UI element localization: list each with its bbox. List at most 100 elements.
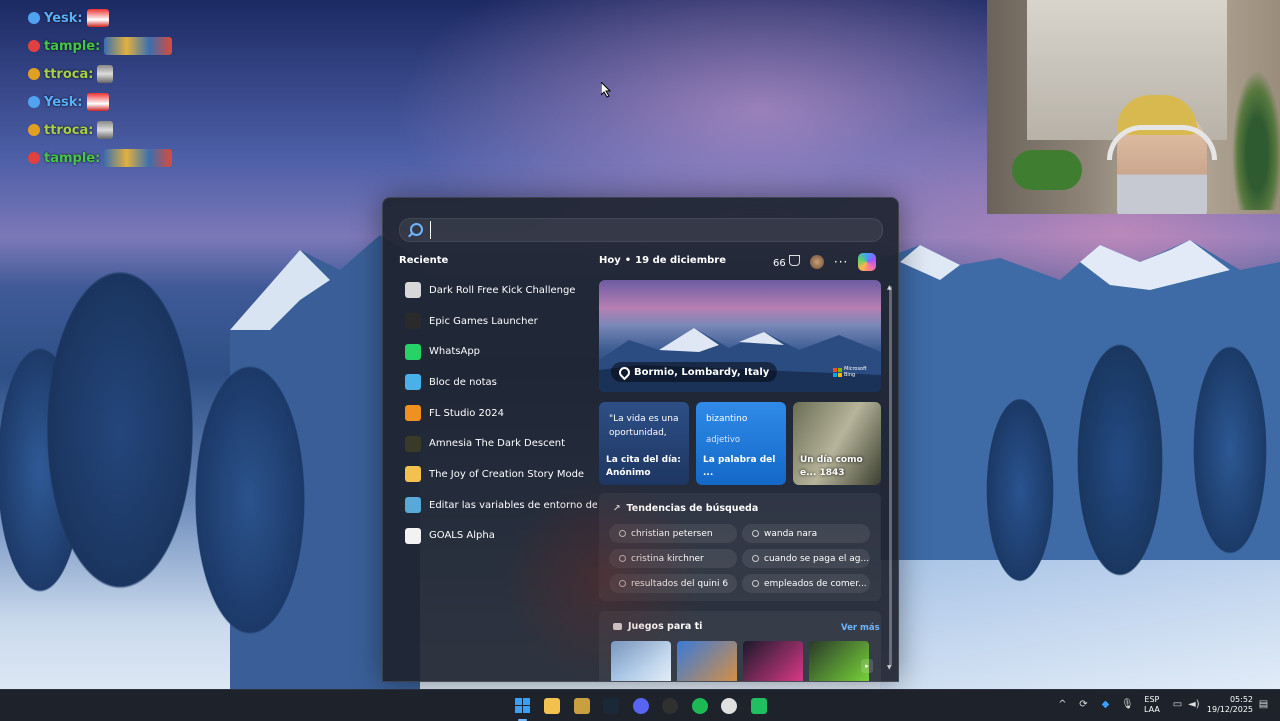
- game-thumbnail[interactable]: [809, 641, 869, 681]
- quote-text: "La vida es una oportunidad,: [609, 414, 679, 438]
- search-icon: [619, 555, 626, 562]
- recent-item[interactable]: Amnesia The Dark Descent: [397, 428, 597, 459]
- sync-icon[interactable]: ⟳: [1078, 699, 1089, 710]
- start-button[interactable]: [513, 696, 532, 721]
- game-thumbnail[interactable]: [743, 641, 803, 681]
- notifications-icon[interactable]: ▤: [1258, 699, 1269, 710]
- windows-logo-icon: [515, 698, 530, 713]
- trend-chip-label: wanda nara: [764, 528, 818, 539]
- app-button[interactable]: [572, 696, 591, 715]
- discord-button[interactable]: [631, 696, 650, 715]
- games-panel: Juegos para ti Ver más ▸: [599, 611, 881, 681]
- profile-avatar-icon[interactable]: [809, 255, 824, 269]
- rewards-points-value: 66: [773, 258, 786, 269]
- rewards-points[interactable]: 66: [773, 255, 800, 269]
- search-icon: [752, 555, 759, 562]
- trend-chip[interactable]: cuando se paga el ag...: [742, 549, 870, 568]
- recent-list: Dark Roll Free Kick Challenge Epic Games …: [397, 275, 597, 551]
- hero-image-card[interactable]: Bormio, Lombardy, Italy Microsoft Bing: [599, 280, 881, 392]
- notepad-icon: [405, 374, 421, 391]
- chat-emote-icon: [104, 37, 173, 55]
- feed-scrollbar[interactable]: [889, 286, 892, 666]
- trend-chip-label: christian petersen: [631, 528, 713, 539]
- wallpaper-trees-right: [900, 300, 1280, 690]
- recent-item-label: Epic Games Launcher: [429, 315, 538, 327]
- recent-item[interactable]: Epic Games Launcher: [397, 306, 597, 337]
- game-thumbnail[interactable]: [611, 641, 671, 681]
- search-input[interactable]: [430, 221, 875, 239]
- language-line1: ESP: [1144, 695, 1160, 704]
- recent-item[interactable]: The Joy of Creation Story Mode: [397, 459, 597, 490]
- trend-chip[interactable]: empleados de comer...: [742, 574, 870, 593]
- recent-item[interactable]: GOALS Alpha: [397, 521, 597, 552]
- trend-chip-label: empleados de comer...: [764, 578, 867, 589]
- recent-item-label: Dark Roll Free Kick Challenge: [429, 284, 576, 296]
- games-title: Juegos para ti: [628, 621, 703, 632]
- scroll-down-arrow-icon[interactable]: ▼: [887, 664, 892, 671]
- recent-item-label: Amnesia The Dark Descent: [429, 438, 566, 450]
- webcam-headset: [1107, 125, 1217, 160]
- microphone-icon[interactable]: 🎙: [1121, 699, 1134, 710]
- spotify-button[interactable]: [690, 696, 709, 715]
- system-properties-icon: [405, 497, 421, 514]
- recent-item-label: GOALS Alpha: [429, 530, 495, 542]
- app-green-button[interactable]: [749, 696, 768, 715]
- trending-arrow-icon: ↗: [613, 503, 621, 514]
- quote-card[interactable]: "La vida es una oportunidad, La cita del…: [599, 402, 689, 485]
- location-badge[interactable]: Bormio, Lombardy, Italy: [611, 362, 778, 382]
- mouse-cursor-icon: [601, 82, 611, 98]
- epic-games-icon: [405, 313, 421, 330]
- volume-icon[interactable]: ◄): [1188, 699, 1200, 710]
- recent-item-label: FL Studio 2024: [429, 407, 504, 419]
- recent-item[interactable]: FL Studio 2024: [397, 398, 597, 429]
- recent-item[interactable]: Bloc de notas: [397, 367, 597, 398]
- trend-chip[interactable]: cristina kirchner: [609, 549, 737, 568]
- file-explorer-button[interactable]: [543, 696, 562, 715]
- defender-shield-icon[interactable]: ◆: [1100, 699, 1111, 710]
- whatsapp-icon: [405, 343, 421, 360]
- chat-username: ttroca:: [44, 66, 94, 82]
- start-search-box[interactable]: [399, 218, 883, 242]
- trend-chip[interactable]: wanda nara: [742, 524, 870, 543]
- chat-message: tample:: [28, 144, 218, 172]
- taskbar: ^ ⟳ ◆ 🎙 ESP LAA ▭ ◄) 05:52 19/12/2025 ▤: [0, 689, 1280, 721]
- trend-chip[interactable]: christian petersen: [609, 524, 737, 543]
- games-next-arrow-icon[interactable]: ▸: [861, 659, 873, 673]
- recent-item[interactable]: Editar las variables de entorno del sist…: [397, 490, 597, 521]
- recent-item[interactable]: Dark Roll Free Kick Challenge: [397, 275, 597, 306]
- language-line2: LAA: [1144, 705, 1160, 714]
- trends-heading: ↗ Tendencias de búsqueda: [613, 503, 758, 514]
- word-card[interactable]: bizantino adjetivo La palabra del ...: [696, 402, 786, 485]
- recent-item-label: The Joy of Creation Story Mode: [429, 468, 585, 480]
- game-thumbnail[interactable]: [677, 641, 737, 681]
- feed-cards: "La vida es una oportunidad, La cita del…: [599, 402, 881, 485]
- folder-icon: [544, 697, 560, 714]
- chrome-button[interactable]: [720, 696, 739, 715]
- recent-item-label: WhatsApp: [429, 346, 481, 358]
- history-card[interactable]: Un día como e... 1843: [793, 402, 881, 485]
- quote-card-title: La cita del día: Anónimo: [606, 455, 681, 478]
- chat-message: Yesk:: [28, 4, 218, 32]
- location-label: Bormio, Lombardy, Italy: [634, 366, 770, 378]
- webcam-christmas-tree: [1232, 70, 1280, 210]
- more-options-icon[interactable]: ···: [834, 255, 848, 269]
- trends-title: Tendencias de búsqueda: [626, 503, 759, 514]
- trend-chip[interactable]: resultados del quini 6: [609, 574, 737, 593]
- system-clock[interactable]: 05:52 19/12/2025: [1205, 695, 1253, 715]
- recent-item[interactable]: WhatsApp: [397, 336, 597, 367]
- obs-button[interactable]: [661, 696, 680, 715]
- separator-dot: •: [624, 255, 632, 266]
- language-indicator[interactable]: ESP LAA: [1144, 695, 1160, 715]
- network-icon[interactable]: ▭: [1172, 699, 1183, 710]
- show-hidden-icons-chevron-icon[interactable]: ^: [1057, 699, 1068, 710]
- steam-icon: [603, 697, 619, 714]
- steam-button[interactable]: [602, 696, 621, 715]
- recent-heading: Reciente: [399, 255, 449, 266]
- see-more-link[interactable]: Ver más: [841, 623, 880, 633]
- date-label: 19 de diciembre: [635, 255, 727, 266]
- chat-badge-icon: [28, 96, 40, 108]
- copilot-icon[interactable]: [858, 253, 877, 271]
- chat-username: Yesk:: [44, 10, 83, 26]
- chat-badge-icon: [28, 152, 40, 164]
- chat-badge-icon: [28, 68, 40, 80]
